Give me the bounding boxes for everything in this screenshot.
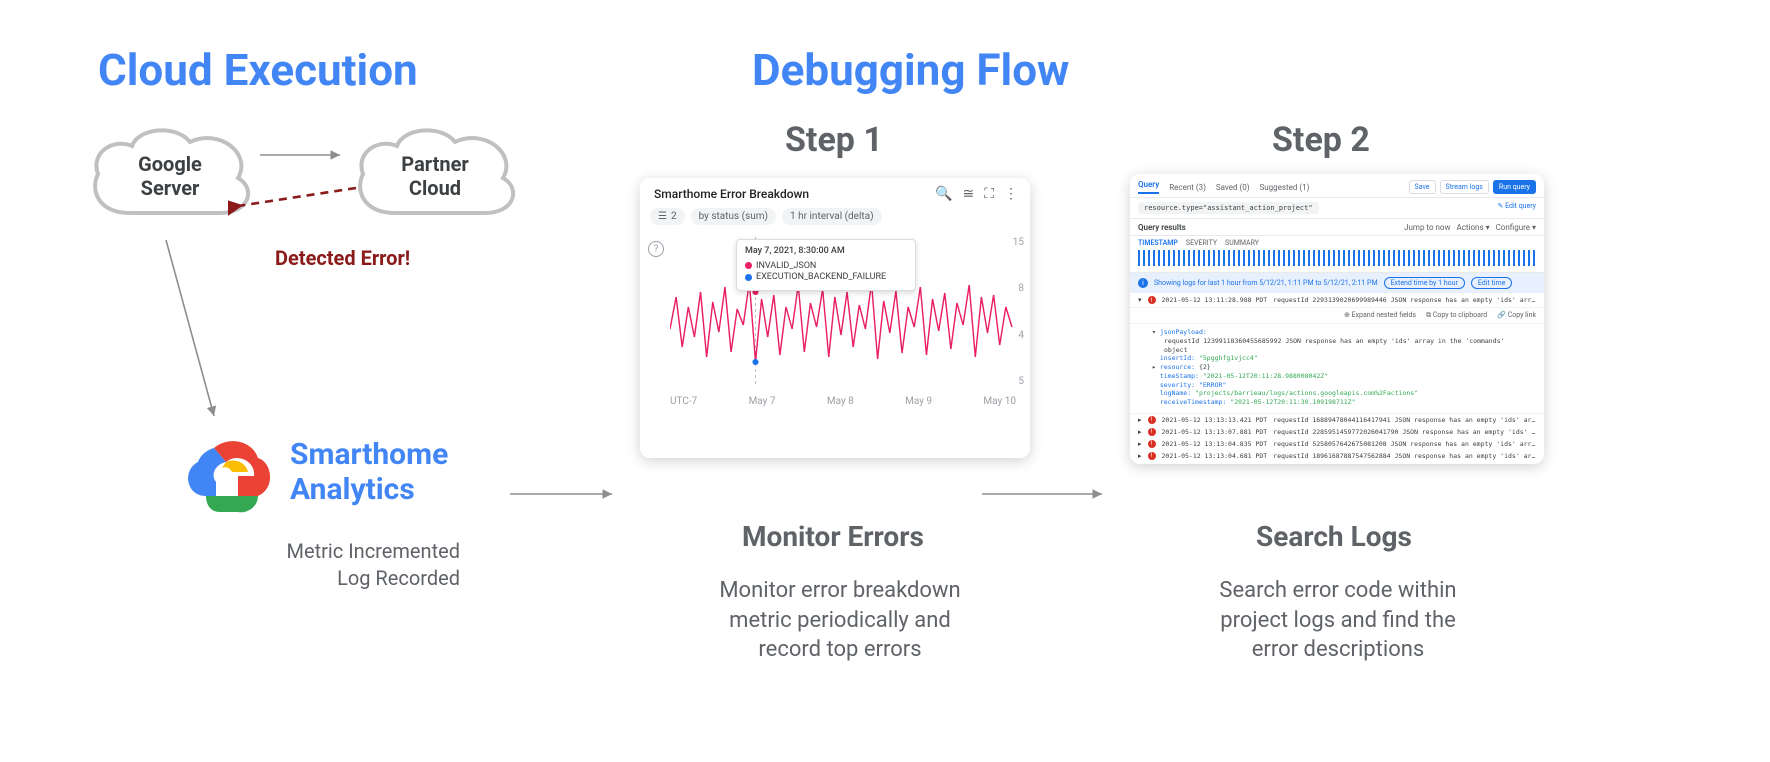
log-row-msg: requestId 5258057642675081208 JSON respo… <box>1273 440 1536 448</box>
info-bar: i Showing logs for last 1 hour from 5/12… <box>1130 273 1544 293</box>
hist-tab-severity[interactable]: SEVERITY <box>1186 239 1217 247</box>
log-row-ts: 2021-05-12 13:13:13.421 PDT <box>1162 416 1268 424</box>
arrow-analytics-to-step1 <box>508 484 620 504</box>
error-dot-icon: ! <box>1148 416 1156 424</box>
error-dot-icon: ! <box>1148 452 1156 460</box>
arrow-error-back <box>228 178 364 218</box>
chevron-right-icon: ▸ <box>1138 440 1142 448</box>
actions-dropdown[interactable]: Actions ▾ <box>1457 223 1490 232</box>
kebab-icon[interactable]: ⋮ <box>1004 186 1018 202</box>
step1-label: Step 1 <box>785 120 883 160</box>
chart-xlabels: UTC-7 May 7 May 8 May 9 May 10 <box>670 396 1016 407</box>
log-row[interactable]: ▸!2021-05-12 13:11:38.623 PDTrequestId 3… <box>1130 462 1544 464</box>
expand-nested-link[interactable]: ⊕ Expand nested fields <box>1344 311 1416 320</box>
configure-dropdown[interactable]: Configure ▾ <box>1496 223 1536 232</box>
arrow-google-to-analytics <box>156 236 236 426</box>
tooltip-series2: EXECUTION_BACKEND_FAILURE <box>756 272 886 282</box>
log-row-msg: requestId 16889478044116417941 JSON resp… <box>1273 416 1536 424</box>
log-json-expanded: ▾ jsonPayload: requestId 123991183604556… <box>1130 324 1544 414</box>
gcp-cloud-icon <box>176 434 276 516</box>
log-rows-list: ▸! 2021-05-12 13:13:13.421 PDT requestId 1… <box>1130 414 1544 464</box>
copy-link-link[interactable]: 🔗 Copy link <box>1497 311 1536 320</box>
chart-panel-monitor-errors: Smarthome Error Breakdown 🔍 ≅ ⛶ ⋮ ☰2 by … <box>640 178 1030 458</box>
log-tab-saved[interactable]: Saved (0) <box>1216 183 1250 192</box>
query-results-label: Query results <box>1138 223 1186 232</box>
step1-subheader: Monitor Errors <box>742 520 924 553</box>
edit-time-button[interactable]: Edit time <box>1471 277 1512 289</box>
error-dot-icon: ! <box>1148 428 1156 436</box>
log-row-msg: requestId 18961687887547562884 JSON resp… <box>1273 452 1536 460</box>
arrow-google-to-partner <box>258 145 348 165</box>
chevron-right-icon: ▸ <box>1138 452 1142 460</box>
chart-yticks: 15 8 4 5 <box>1013 237 1024 387</box>
log-head-req: requestId 2293139020699989446 JSON respo… <box>1273 296 1536 304</box>
step1-desc: Monitor error breakdown metric periodica… <box>700 576 980 665</box>
search-icon[interactable]: 🔍 <box>935 186 952 202</box>
stream-logs-button[interactable]: Stream logs <box>1440 180 1489 194</box>
filter-chip[interactable]: ☰2 <box>650 208 685 225</box>
extend-time-button[interactable]: Extend time by 1 hour <box>1384 277 1465 289</box>
chevron-right-icon: ▸ <box>1138 416 1142 424</box>
hist-tab-timestamp[interactable]: TIMESTAMP <box>1138 239 1178 247</box>
log-row[interactable]: ▸! 2021-05-12 13:13:07.881 PDT requestId 2… <box>1130 426 1544 438</box>
hist-tab-summary[interactable]: SUMMARY <box>1225 239 1259 247</box>
histogram-bars <box>1138 250 1536 266</box>
log-tab-suggested[interactable]: Suggested (1) <box>1259 183 1309 192</box>
log-head-ts: 2021-05-12 13:11:28.988 PDT <box>1162 296 1268 304</box>
detected-error-text: Detected Error! <box>275 246 410 270</box>
log-row-ts: 2021-05-12 13:13:07.881 PDT <box>1162 428 1268 436</box>
log-row[interactable]: ▸! 2021-05-12 13:13:04.835 PDT requestId 5… <box>1130 438 1544 450</box>
cloud-partner-cloud: Partner Cloud <box>345 118 525 233</box>
tooltip-time: May 7, 2021, 8:30:00 AM <box>745 246 907 258</box>
chart-similar-icon[interactable]: ≅ <box>962 186 974 202</box>
step2-subheader: Search Logs <box>1256 520 1412 553</box>
edit-query-link[interactable]: ✎ Edit query <box>1498 202 1537 210</box>
query-text[interactable]: resource.type="assistant_action_project" <box>1138 202 1319 214</box>
metric-log-text: Metric Incremented Log Recorded <box>270 538 460 592</box>
title-cloud-execution: Cloud Execution <box>98 44 418 96</box>
help-icon[interactable]: ? <box>648 241 664 257</box>
log-row[interactable]: ▸! 2021-05-12 13:13:13.421 PDT requestId 1… <box>1130 414 1544 426</box>
cloud-partner-label: Partner Cloud <box>345 152 525 200</box>
jump-to-now-link[interactable]: Jump to now <box>1404 223 1450 232</box>
interval-chip[interactable]: 1 hr interval (delta) <box>782 208 882 225</box>
log-panel-search-logs: Query Recent (3) Saved (0) Suggested (1)… <box>1130 174 1544 464</box>
fullscreen-icon[interactable]: ⛶ <box>984 186 994 202</box>
log-row-ts: 2021-05-12 13:13:04.681 PDT <box>1162 452 1268 460</box>
save-button[interactable]: Save <box>1409 180 1436 194</box>
chart-title: Smarthome Error Breakdown <box>654 187 809 201</box>
legend-dot-blue-icon <box>745 274 752 281</box>
log-row-ts: 2021-05-12 13:13:04.835 PDT <box>1162 440 1268 448</box>
title-debugging-flow: Debugging Flow <box>752 44 1069 96</box>
copy-clipboard-link[interactable]: ⧉ Copy to clipboard <box>1426 311 1487 320</box>
log-tab-query[interactable]: Query <box>1138 180 1159 194</box>
step2-desc: Search error code within project logs an… <box>1188 576 1488 665</box>
log-row-msg: requestId 2285951459772026041790 JSON re… <box>1273 428 1536 436</box>
error-dot-icon: ! <box>1148 440 1156 448</box>
chevron-down-icon: ▾ <box>1138 296 1142 304</box>
chart-tooltip: May 7, 2021, 8:30:00 AM INVALID_JSON EXE… <box>736 239 916 291</box>
legend-dot-pink-icon <box>745 262 752 269</box>
log-tab-recent[interactable]: Recent (3) <box>1169 183 1206 192</box>
log-entry-expanded-head[interactable]: ▾ ! 2021-05-12 13:11:28.988 PDT requestI… <box>1130 293 1544 308</box>
error-dot-icon: ! <box>1148 296 1156 304</box>
info-icon: i <box>1138 278 1148 288</box>
smarthome-analytics-text: Smarthome Analytics <box>290 438 448 507</box>
log-row[interactable]: ▸! 2021-05-12 13:13:04.681 PDT requestId 1… <box>1130 450 1544 462</box>
status-chip[interactable]: by status (sum) <box>691 208 776 225</box>
info-text: Showing logs for last 1 hour from 5/12/2… <box>1154 279 1378 287</box>
step2-label: Step 2 <box>1272 120 1370 160</box>
chevron-right-icon: ▸ <box>1138 428 1142 436</box>
run-query-button[interactable]: Run query <box>1493 180 1536 194</box>
arrow-step1-to-step2 <box>980 484 1110 504</box>
tooltip-series1: INVALID_JSON <box>756 261 816 271</box>
